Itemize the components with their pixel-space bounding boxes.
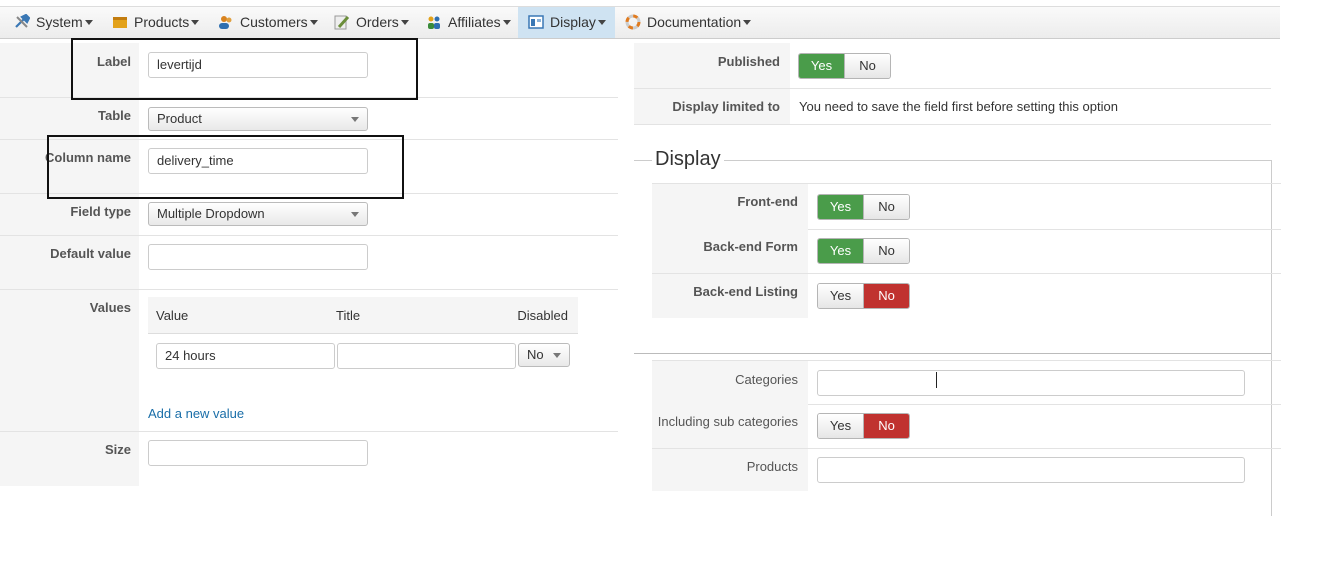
field-label-values: Values (89, 300, 131, 315)
products-label: Products (746, 459, 798, 474)
default-value-input[interactable] (148, 244, 368, 270)
divider (634, 353, 1271, 354)
field-label-table: Table (98, 108, 131, 123)
row-back-end-form: Back-end Form Yes No (652, 229, 1281, 274)
display-limited-to-text: You need to save the field first before … (799, 99, 1118, 114)
back-end-listing-label: Back-end Listing (693, 284, 798, 299)
chevron-down-icon (400, 20, 409, 25)
tools-icon (15, 14, 30, 28)
menu-display[interactable]: Display (518, 7, 615, 38)
menu-products[interactable]: Products (112, 7, 200, 38)
text-cursor-icon (936, 372, 938, 388)
including-sub-categories-toggle[interactable]: Yes No (817, 413, 910, 439)
row-including-sub-categories: Including sub categories Yes No (652, 404, 1281, 449)
chevron-down-icon (309, 20, 318, 25)
published-yes-button[interactable]: Yes (799, 54, 844, 78)
back-end-form-toggle[interactable]: Yes No (817, 238, 910, 264)
back-end-form-label: Back-end Form (703, 239, 798, 254)
row-display-limited-to: Display limited to You need to save the … (634, 89, 1271, 125)
main-menu-bar: System Products Customers Orders Affilia… (0, 6, 1280, 39)
field-label-default-value: Default value (50, 246, 131, 261)
row-products: Products (652, 449, 1281, 491)
front-end-yes-button[interactable]: Yes (818, 195, 863, 219)
field-label-field-type: Field type (70, 204, 131, 219)
chevron-down-icon (84, 20, 93, 25)
lifebuoy-icon (625, 14, 641, 30)
menu-customers-label: Customers (240, 14, 308, 30)
menu-affiliates-label: Affiliates (448, 14, 501, 30)
front-end-label: Front-end (737, 194, 798, 209)
highlight-box-label (71, 38, 418, 100)
back-end-listing-no-button[interactable]: No (863, 284, 909, 308)
disabled-select-value: No (527, 347, 544, 362)
disabled-select[interactable]: No (518, 343, 570, 367)
display-icon (528, 15, 544, 29)
values-header-disabled: Disabled (517, 308, 568, 323)
menu-affiliates[interactable]: Affiliates (426, 7, 511, 38)
chevron-down-icon (597, 20, 606, 25)
back-end-listing-yes-button[interactable]: Yes (818, 284, 863, 308)
display-legend: Display (652, 148, 724, 171)
values-header-title: Title (336, 308, 361, 323)
menu-documentation-label: Documentation (647, 14, 742, 30)
chevron-down-icon (351, 117, 359, 122)
menu-customers[interactable]: Customers (218, 7, 318, 38)
values-table-header: Value Title Disabled (148, 297, 578, 334)
including-sub-categories-yes-button[interactable]: Yes (818, 414, 863, 438)
including-sub-categories-label: Including sub categories (657, 414, 798, 429)
menu-products-label: Products (134, 14, 190, 30)
chevron-down-icon (191, 20, 200, 25)
row-front-end: Front-end Yes No (652, 183, 1281, 230)
people-icon (428, 16, 440, 29)
menu-documentation[interactable]: Documentation (625, 7, 752, 38)
menu-system[interactable]: System (14, 7, 93, 38)
table-select-value: Product (157, 111, 202, 126)
field-type-select-value: Multiple Dropdown (157, 206, 265, 221)
values-header-value: Value (156, 308, 189, 323)
chevron-down-icon (553, 353, 561, 358)
form-row-default-value: Default value (0, 236, 618, 290)
title-input[interactable] (337, 343, 516, 369)
form-row-field-type: Field type Multiple Dropdown (0, 194, 618, 236)
published-toggle[interactable]: Yes No (798, 53, 891, 79)
form-row-table: Table Product (0, 98, 618, 140)
add-new-value-link[interactable]: Add a new value (148, 406, 244, 421)
field-type-select[interactable]: Multiple Dropdown (148, 202, 368, 226)
highlight-box-column-name (47, 135, 404, 199)
table-select[interactable]: Product (148, 107, 368, 131)
front-end-no-button[interactable]: No (863, 195, 909, 219)
front-end-toggle[interactable]: Yes No (817, 194, 910, 220)
users-icon (219, 16, 232, 29)
chevron-down-icon (502, 20, 511, 25)
including-sub-categories-no-button[interactable]: No (863, 414, 909, 438)
back-end-form-yes-button[interactable]: Yes (818, 239, 863, 263)
menu-system-label: System (36, 14, 83, 30)
categories-label: Categories (735, 372, 798, 387)
products-input[interactable] (817, 457, 1245, 483)
chevron-down-icon (743, 20, 752, 25)
value-input[interactable]: 24 hours (156, 343, 335, 369)
back-end-listing-toggle[interactable]: Yes No (817, 283, 910, 309)
menu-orders[interactable]: Orders (334, 7, 409, 38)
row-categories: Categories (652, 360, 1281, 405)
field-label-size: Size (104, 442, 131, 457)
pencil-icon (334, 15, 350, 30)
menu-orders-label: Orders (356, 14, 399, 30)
row-back-end-listing: Back-end Listing Yes No (652, 274, 1281, 318)
box-icon (113, 17, 127, 28)
back-end-form-no-button[interactable]: No (863, 239, 909, 263)
form-row-size: Size (0, 432, 618, 486)
menu-display-label: Display (550, 14, 596, 30)
chevron-down-icon (351, 212, 359, 217)
published-no-button[interactable]: No (844, 54, 890, 78)
categories-input[interactable] (817, 370, 1245, 396)
published-label: Published (717, 54, 780, 69)
display-limited-to-label: Display limited to (672, 99, 780, 114)
row-published: Published Yes No (634, 43, 1271, 89)
size-input[interactable] (148, 440, 368, 466)
